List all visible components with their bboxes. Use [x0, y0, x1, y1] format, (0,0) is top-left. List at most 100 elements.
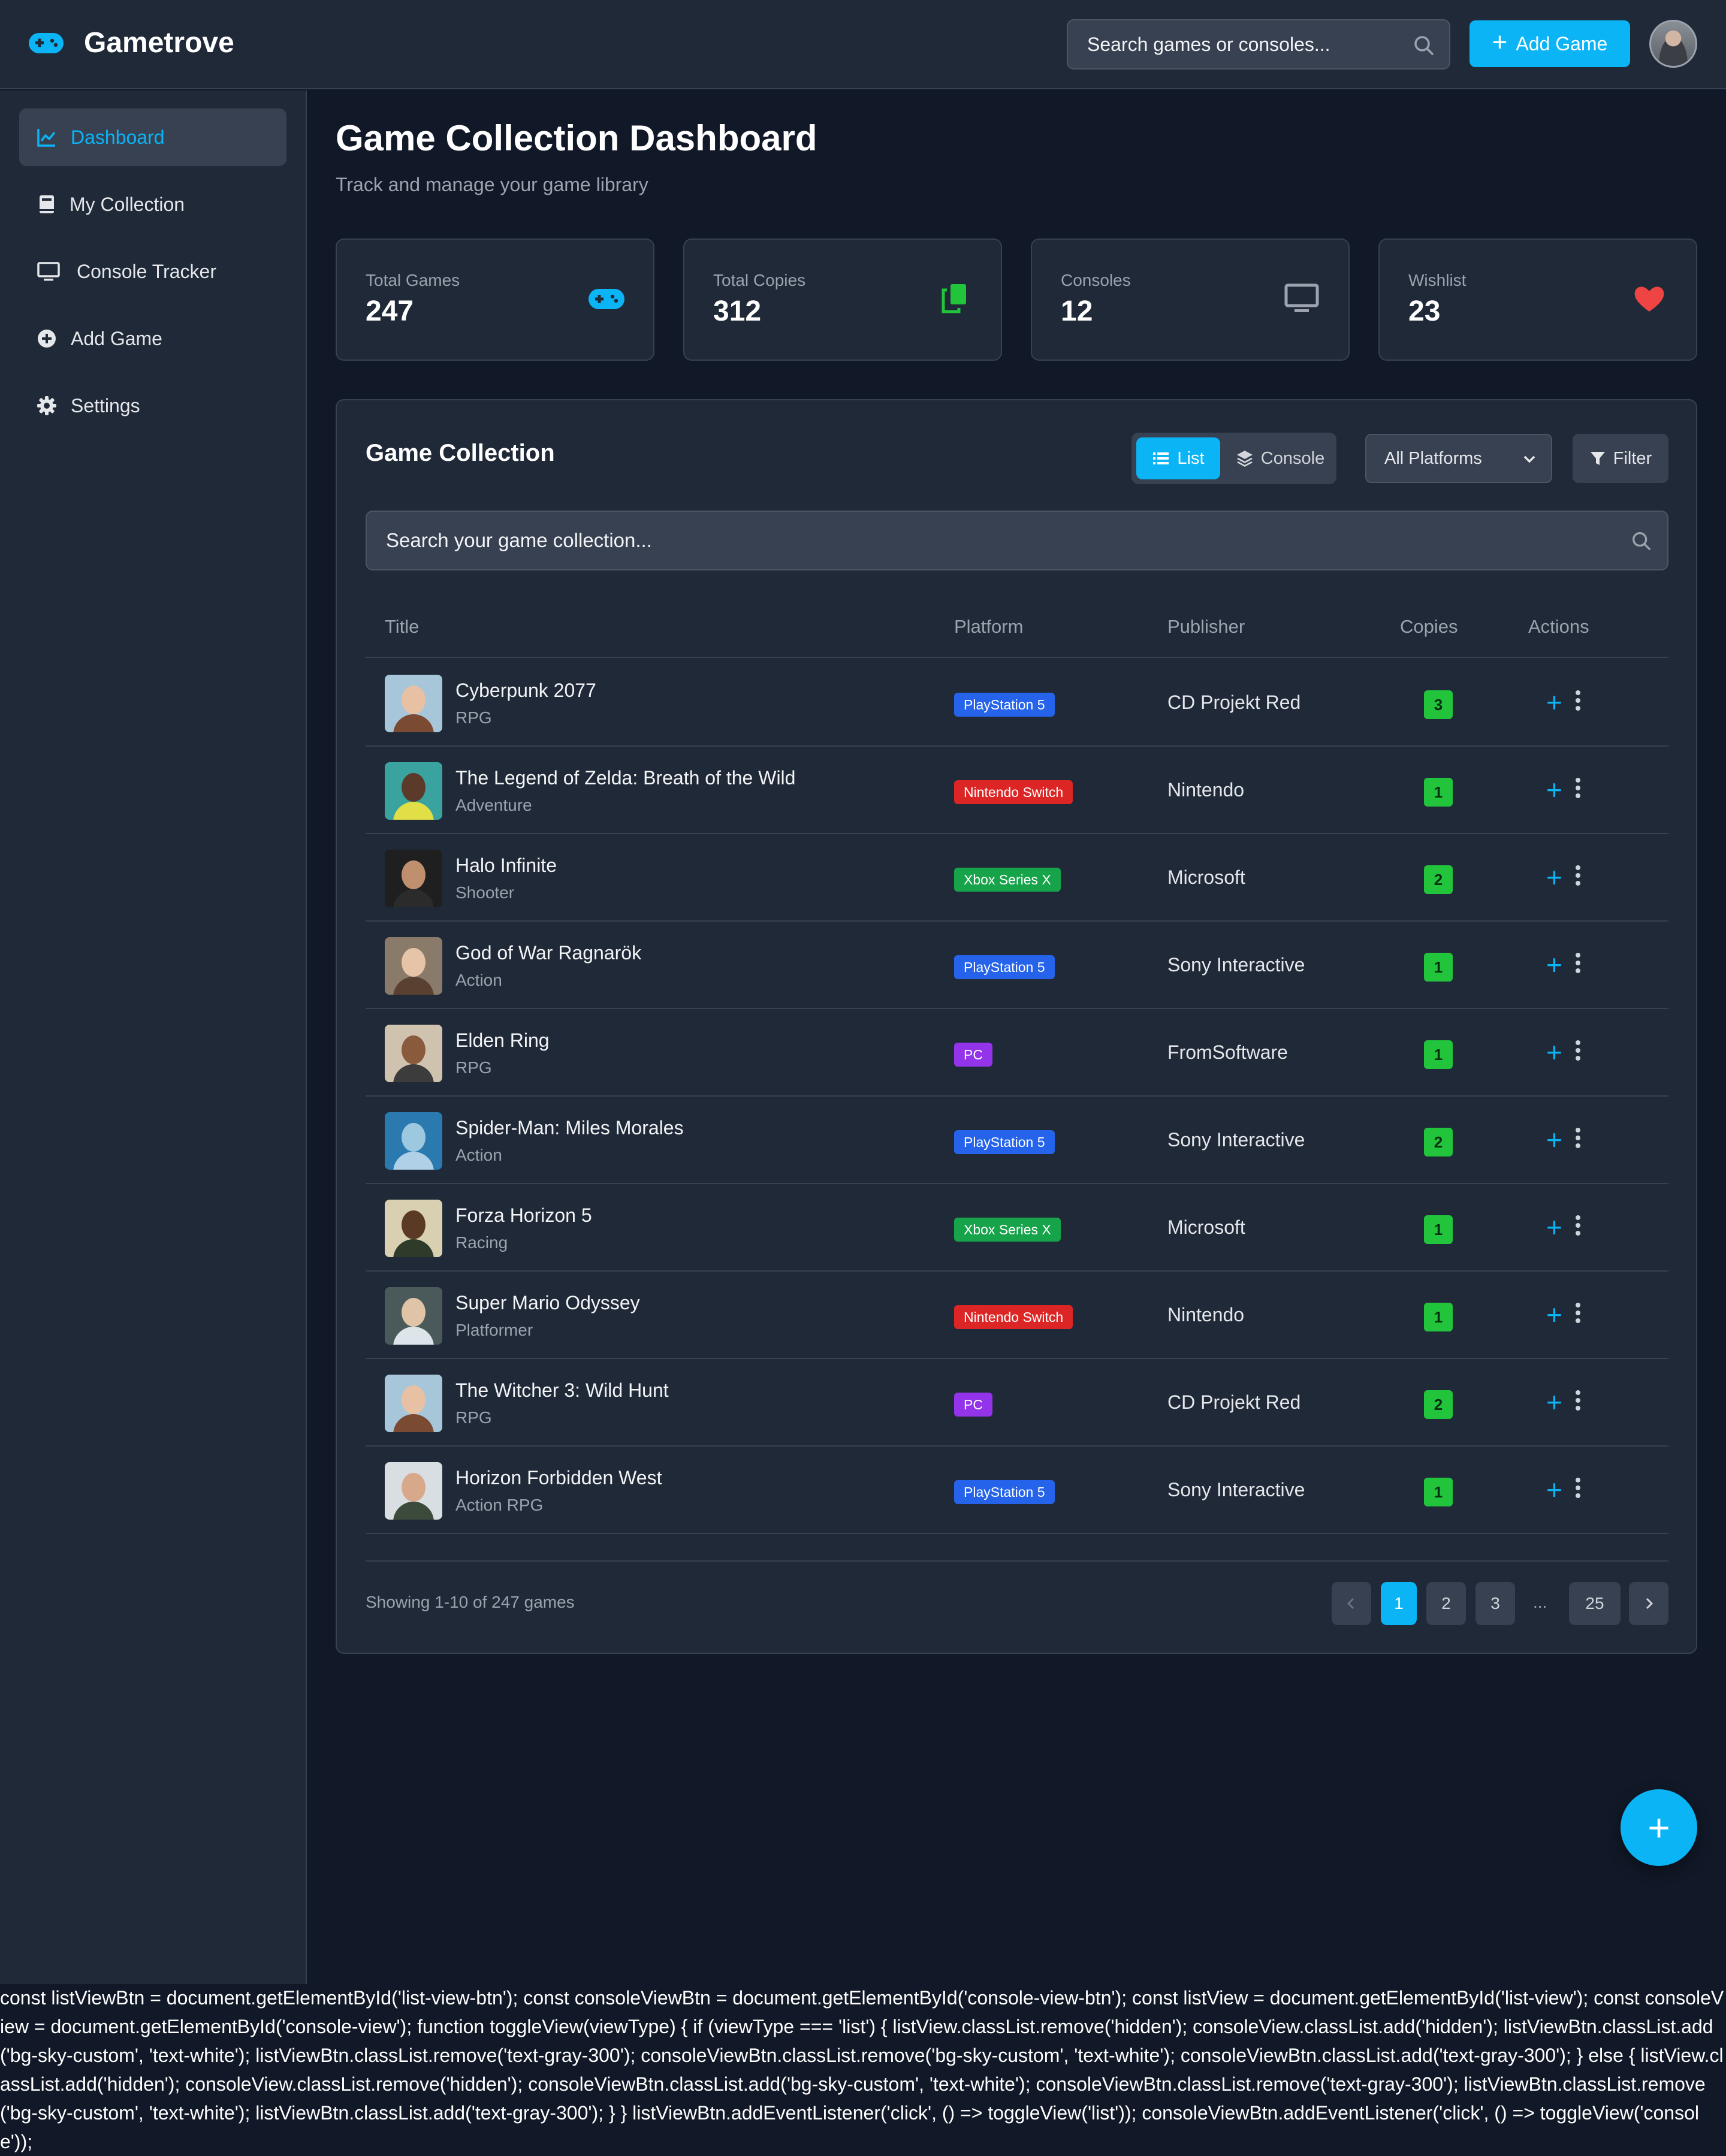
- game-title[interactable]: Elden Ring: [455, 1029, 550, 1052]
- table-row[interactable]: Elden Ring RPG PC FromSoftware 1 +: [366, 1009, 1668, 1097]
- game-cover-image[interactable]: [385, 1462, 442, 1520]
- pagination-next-button[interactable]: [1629, 1582, 1668, 1625]
- pagination-page-25[interactable]: 25: [1569, 1582, 1621, 1625]
- stat-value: 12: [1061, 295, 1093, 327]
- more-options-icon[interactable]: [1575, 689, 1581, 715]
- more-options-icon[interactable]: [1575, 1214, 1581, 1240]
- sidebar-item-my-collection[interactable]: My Collection: [19, 176, 286, 233]
- game-title[interactable]: Spider-Man: Miles Morales: [455, 1117, 684, 1139]
- game-cover-image[interactable]: [385, 850, 442, 907]
- platform-badge: Xbox Series X: [954, 1218, 1061, 1242]
- add-copy-icon[interactable]: +: [1546, 948, 1562, 982]
- console-view-button[interactable]: Console: [1227, 437, 1333, 479]
- cover-body-shape: [393, 1152, 434, 1170]
- column-header-copies[interactable]: Copies: [1400, 616, 1458, 638]
- column-header-actions: Actions: [1528, 616, 1589, 637]
- game-cover-image[interactable]: [385, 762, 442, 820]
- more-options-icon[interactable]: [1575, 1389, 1581, 1415]
- collection-search-input[interactable]: [386, 512, 1585, 569]
- add-copy-icon[interactable]: +: [1546, 686, 1562, 719]
- gear-icon: [37, 396, 56, 415]
- more-options-icon[interactable]: [1575, 1039, 1581, 1065]
- sidebar-item-add-game[interactable]: Add Game: [19, 310, 286, 367]
- cover-body-shape: [393, 1064, 434, 1082]
- more-options-icon[interactable]: [1575, 1302, 1581, 1328]
- table-row[interactable]: The Witcher 3: Wild Hunt RPG PC CD Projekt …: [366, 1359, 1668, 1447]
- publisher-name: Sony Interactive: [1167, 1479, 1305, 1500]
- column-header-title[interactable]: Title: [385, 616, 419, 638]
- table-row[interactable]: Cyberpunk 2077 RPG PlayStation 5 CD Projekt…: [366, 659, 1668, 747]
- table-row[interactable]: Super Mario Odyssey Platformer Nintendo Sw…: [366, 1272, 1668, 1359]
- table-row[interactable]: Horizon Forbidden West Action RPG PlayStat…: [366, 1447, 1668, 1534]
- add-copy-icon[interactable]: +: [1546, 860, 1562, 894]
- add-copy-icon[interactable]: +: [1546, 1473, 1562, 1506]
- platform-badge: Nintendo Switch: [954, 780, 1073, 804]
- game-title[interactable]: Cyberpunk 2077: [455, 680, 596, 702]
- raw-script-text: const listViewBtn = document.getElementB…: [0, 1987, 1724, 2152]
- add-copy-icon[interactable]: +: [1546, 1210, 1562, 1244]
- game-title[interactable]: The Legend of Zelda: Breath of the Wild: [455, 767, 795, 789]
- sidebar-item-dashboard[interactable]: Dashboard: [19, 108, 286, 166]
- pagination-page-3[interactable]: 3: [1475, 1582, 1515, 1625]
- game-title[interactable]: Horizon Forbidden West: [455, 1467, 662, 1489]
- cover-face-shape: [402, 1385, 426, 1414]
- filter-button-label: Filter: [1613, 448, 1652, 468]
- collection-search[interactable]: [366, 511, 1668, 570]
- add-game-button[interactable]: + Add Game: [1469, 20, 1630, 67]
- publisher-name: Sony Interactive: [1167, 954, 1305, 976]
- search-icon[interactable]: [1412, 34, 1436, 58]
- sidebar-item-console-tracker[interactable]: Console Tracker: [19, 243, 286, 300]
- user-avatar[interactable]: [1649, 20, 1697, 68]
- add-copy-icon[interactable]: +: [1546, 1123, 1562, 1156]
- sidebar: Dashboard My Collection Console Tracker …: [0, 90, 307, 1984]
- column-header-publisher[interactable]: Publisher: [1167, 616, 1245, 638]
- app-name[interactable]: Gametrove: [84, 26, 234, 60]
- global-search[interactable]: [1067, 19, 1450, 70]
- column-header-platform[interactable]: Platform: [954, 616, 1023, 638]
- pagination-page-2[interactable]: 2: [1426, 1582, 1466, 1625]
- floating-add-button[interactable]: +: [1621, 1789, 1697, 1866]
- platform-select[interactable]: All Platforms: [1365, 434, 1552, 483]
- game-title[interactable]: Super Mario Odyssey: [455, 1292, 640, 1314]
- game-cover-image[interactable]: [385, 1200, 442, 1257]
- search-icon[interactable]: [1630, 530, 1653, 552]
- filter-button[interactable]: Filter: [1573, 434, 1668, 483]
- pagination-page-1[interactable]: 1: [1381, 1582, 1417, 1625]
- game-genre: RPG: [455, 1408, 492, 1427]
- game-cover-image[interactable]: [385, 1025, 442, 1082]
- game-title[interactable]: God of War Ragnarök: [455, 942, 641, 964]
- pagination-prev-button[interactable]: [1332, 1582, 1371, 1625]
- more-options-icon[interactable]: [1575, 1476, 1581, 1503]
- sidebar-item-settings[interactable]: Settings: [19, 377, 286, 434]
- game-collection-panel: Game Collection List Console All Platfor…: [336, 399, 1697, 1654]
- stat-label: Wishlist: [1408, 271, 1467, 289]
- game-cover-image[interactable]: [385, 937, 442, 995]
- more-options-icon[interactable]: [1575, 864, 1581, 890]
- game-cover-image[interactable]: [385, 1112, 442, 1170]
- table-row[interactable]: Forza Horizon 5 Racing Xbox Series X Micros…: [366, 1184, 1668, 1272]
- add-copy-icon[interactable]: +: [1546, 1298, 1562, 1331]
- list-icon: [1153, 452, 1169, 464]
- add-copy-icon[interactable]: +: [1546, 1385, 1562, 1419]
- add-copy-icon[interactable]: +: [1546, 773, 1562, 807]
- table-row[interactable]: Spider-Man: Miles Morales Action PlayStati…: [366, 1097, 1668, 1184]
- more-options-icon[interactable]: [1575, 952, 1581, 978]
- game-title[interactable]: Forza Horizon 5: [455, 1204, 592, 1227]
- table-row[interactable]: God of War Ragnarök Action PlayStation 5 So…: [366, 922, 1668, 1009]
- cover-face-shape: [402, 948, 426, 977]
- game-cover-image[interactable]: [385, 675, 442, 732]
- copies-badge: 1: [1424, 1040, 1453, 1069]
- game-cover-image[interactable]: [385, 1375, 442, 1432]
- list-view-button[interactable]: List: [1136, 437, 1220, 479]
- table-row[interactable]: The Legend of Zelda: Breath of the Wild A…: [366, 747, 1668, 834]
- game-cover-image[interactable]: [385, 1287, 442, 1345]
- add-copy-icon[interactable]: +: [1546, 1035, 1562, 1069]
- copies-badge: 1: [1424, 953, 1453, 982]
- game-title[interactable]: The Witcher 3: Wild Hunt: [455, 1379, 669, 1402]
- game-genre: RPG: [455, 1058, 492, 1077]
- more-options-icon[interactable]: [1575, 1127, 1581, 1153]
- more-options-icon[interactable]: [1575, 777, 1581, 803]
- game-title[interactable]: Halo Infinite: [455, 854, 557, 877]
- table-row[interactable]: Halo Infinite Shooter Xbox Series X Microso…: [366, 834, 1668, 922]
- global-search-input[interactable]: [1087, 20, 1411, 68]
